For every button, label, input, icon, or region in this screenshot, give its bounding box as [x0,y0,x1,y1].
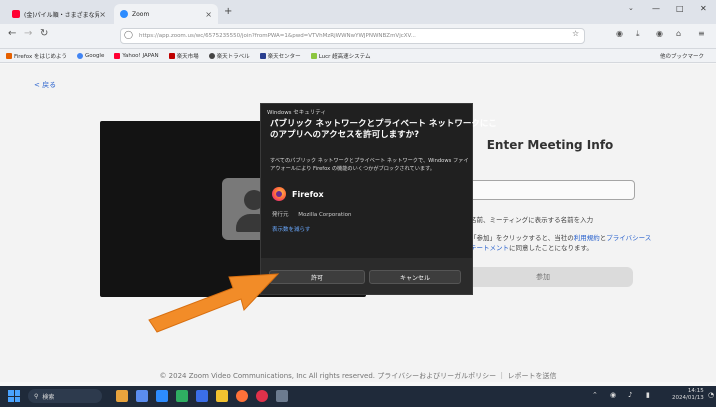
windows-taskbar [0,386,716,407]
close-tab-icon[interactable]: × [205,10,212,19]
download-icon[interactable]: ⤓ [636,29,640,39]
arrow-shape [148,273,280,333]
wifi-icon[interactable]: ◉ [610,391,616,399]
yahoo-icon [114,52,121,59]
bookmark-star-icon[interactable]: ☆ [572,29,579,38]
taskbar-clock[interactable]: 14:15 2024/01/13 [672,388,704,402]
rakuten-center-icon [259,52,266,59]
store-icon[interactable] [176,390,188,402]
close-tab-icon[interactable]: × [99,10,106,19]
publisher-label: 発行元 [272,212,289,218]
tray-chevron-icon[interactable]: ⌃ [592,391,598,399]
bookmarks-bar: Firefox をはじめよう Google Yahoo! JAPAN 楽天市場 … [0,49,716,63]
lucr-icon [310,52,317,59]
volume-icon[interactable]: ♪ [628,391,632,399]
app-name: Firefox [292,190,324,199]
other-bookmarks[interactable]: 他のブックマーク [660,52,704,60]
firefox-taskbar-icon[interactable] [236,390,248,402]
tab-list-icon[interactable]: ⌄ [628,4,634,12]
tab-zoom[interactable]: Zoom × [114,4,218,24]
bookmark-item[interactable]: Lucr 超高速システム [310,52,371,60]
yahoo-favicon-icon [12,10,20,18]
bookmark-item[interactable]: Firefox をはじめよう [6,52,67,60]
taskbar-search[interactable]: ⚲ 検索 [28,389,102,403]
widgets-icon[interactable] [116,390,128,402]
battery-icon[interactable]: ▮ [646,391,650,399]
url-bar[interactable]: https://app.zoom.us/wc/6575235550/join?f… [120,28,585,44]
bookmark-item[interactable]: Google [76,52,104,59]
zoom-favicon-icon [120,10,128,18]
edge-icon[interactable] [156,390,168,402]
rakuten-icon [168,52,175,59]
back-arrow-icon[interactable]: ← [8,28,16,39]
notification-icon[interactable]: ◔ [708,391,714,399]
firefox-logo-icon [272,187,286,201]
pocket-icon[interactable]: ◉ [616,29,623,38]
settings-icon[interactable] [276,390,288,402]
extensions-icon[interactable]: ⌂ [676,29,681,38]
details-link[interactable]: 表示数を減らす [272,225,310,233]
windows-start-icon[interactable] [8,390,20,402]
mail-icon[interactable] [196,390,208,402]
task-view-icon[interactable] [136,390,148,402]
reload-icon[interactable]: ↻ [40,28,48,39]
dialog-body: すべてのパブリック ネットワークとプライベート ネットワークで、Windows … [270,158,469,172]
tab-yahoo[interactable]: (金)パイル順・さまざまな見事 - Yahoo! × [6,4,112,24]
shield-icon[interactable]: ◯ [124,30,133,39]
bookmark-item[interactable]: Yahoo! JAPAN [114,52,159,59]
firefox-icon [6,52,12,59]
account-icon[interactable]: ◉ [656,29,663,38]
firefox-globe [276,191,282,197]
new-tab-button[interactable]: + [224,6,232,17]
url-text: https://app.zoom.us/wc/6575235550/join?f… [139,33,416,39]
google-icon [76,52,83,59]
dialog-header: Windows セキュリティ [267,110,326,116]
cancel-button[interactable]: キャンセル [369,270,461,284]
tab-label: (金)パイル順・さまざまな見事 - Yahoo! [24,11,100,19]
publisher-value: Mozilla Corporation [298,212,352,218]
travel-icon [208,52,215,59]
bookmark-item[interactable]: 楽天トラベル [208,52,250,60]
explorer-icon[interactable] [216,390,228,402]
maximize-button[interactable]: □ [676,4,684,13]
menu-icon[interactable]: ≡ [698,29,705,38]
forward-arrow-icon[interactable]: → [24,28,32,39]
bookmark-item[interactable]: 楽天センター [259,52,301,60]
annotation-arrow-icon [148,273,280,333]
publisher-row: 発行元 Mozilla Corporation [272,210,351,218]
app-icon[interactable] [256,390,268,402]
bookmark-item[interactable]: 楽天市場 [168,52,199,60]
dialog-title: パブリック ネットワークとプライベート ネットワークにこ のアプリへのアクセスを… [270,119,497,140]
close-window-button[interactable]: ✕ [700,4,707,13]
minimize-button[interactable]: — [652,4,660,13]
search-icon: ⚲ [34,392,39,400]
tab-label: Zoom [132,10,150,18]
